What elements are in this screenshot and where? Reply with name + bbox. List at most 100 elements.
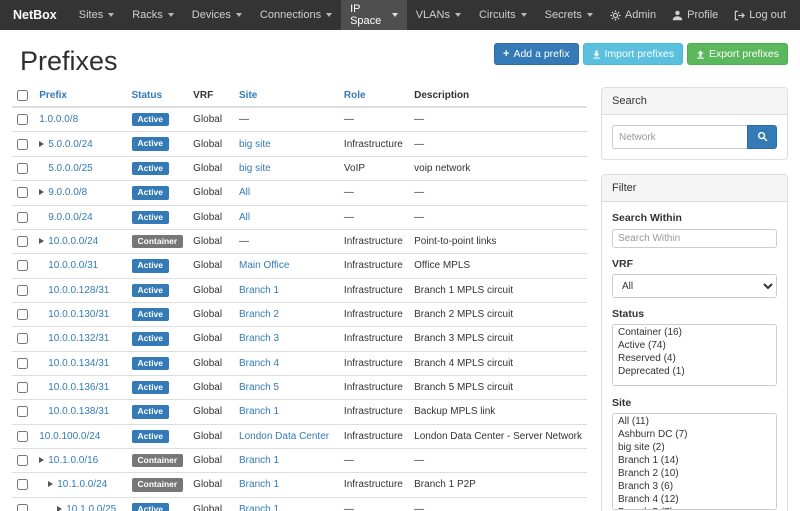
site-link[interactable]: Branch 1: [239, 406, 279, 417]
admin-link[interactable]: Admin: [602, 0, 664, 30]
site-link[interactable]: Branch 1: [239, 455, 279, 466]
filter-option[interactable]: Active (74): [614, 339, 775, 352]
add-prefix-button[interactable]: + Add a prefix: [494, 43, 578, 65]
vrf-cell: Global: [188, 351, 234, 375]
row-checkbox[interactable]: [17, 236, 28, 247]
row-checkbox[interactable]: [17, 114, 28, 125]
row-checkbox[interactable]: [17, 358, 28, 369]
site-link[interactable]: Branch 1: [239, 285, 279, 296]
chevron-down-icon: [521, 13, 527, 17]
role-cell: —: [339, 497, 409, 511]
table-row: 10.0.0.130/31ActiveGlobalBranch 2Infrast…: [12, 302, 587, 326]
filter-select-vrf[interactable]: All: [612, 274, 777, 298]
nav-item-racks[interactable]: Racks: [123, 0, 183, 30]
row-checkbox[interactable]: [17, 187, 28, 198]
prefix-link[interactable]: 10.1.0.0/24: [57, 479, 107, 490]
prefix-link[interactable]: 10.0.0.0/31: [48, 260, 98, 271]
role-cell: —: [339, 181, 409, 205]
row-checkbox[interactable]: [17, 504, 28, 511]
site-link[interactable]: Branch 1: [239, 479, 279, 490]
row-checkbox-cell: [12, 156, 34, 180]
nav-item-devices[interactable]: Devices: [183, 0, 251, 30]
logout-link[interactable]: Log out: [726, 0, 794, 30]
search-input[interactable]: [612, 125, 747, 149]
row-checkbox[interactable]: [17, 309, 28, 320]
site-link[interactable]: London Data Center: [239, 431, 329, 442]
site-link[interactable]: Branch 2: [239, 309, 279, 320]
prefix-link[interactable]: 5.0.0.0/25: [48, 163, 92, 174]
column-header-site[interactable]: Site: [234, 85, 339, 107]
status-cell: Active: [127, 181, 189, 205]
site-link[interactable]: Branch 3: [239, 333, 279, 344]
filter-option[interactable]: Container (16): [614, 326, 775, 339]
filter-label-status: Status: [612, 308, 777, 320]
row-checkbox[interactable]: [17, 479, 28, 490]
app-brand[interactable]: NetBox: [0, 0, 70, 30]
search-button[interactable]: [747, 125, 777, 149]
prefix-link[interactable]: 10.1.0.0/25: [66, 504, 116, 511]
export-prefixes-button[interactable]: Export prefixes: [687, 43, 788, 65]
filter-option[interactable]: Branch 5 (7): [614, 506, 775, 510]
site-link[interactable]: Branch 4: [239, 358, 279, 369]
prefix-link[interactable]: 5.0.0.0/24: [48, 139, 92, 150]
filter-option[interactable]: Branch 2 (10): [614, 467, 775, 480]
prefix-link[interactable]: 10.0.100.0/24: [39, 431, 100, 442]
status-badge: Active: [132, 186, 170, 199]
column-header-prefix[interactable]: Prefix: [34, 85, 126, 107]
status-badge: Active: [132, 357, 170, 370]
row-checkbox[interactable]: [17, 285, 28, 296]
prefix-link[interactable]: 10.0.0.0/24: [48, 236, 98, 247]
nav-item-connections[interactable]: Connections: [251, 0, 341, 30]
row-checkbox[interactable]: [17, 212, 28, 223]
nav-item-secrets[interactable]: Secrets: [536, 0, 602, 30]
site-link[interactable]: All: [239, 187, 250, 198]
column-header-role[interactable]: Role: [339, 85, 409, 107]
site-link[interactable]: Branch 1: [239, 504, 279, 511]
filter-multiselect-site[interactable]: All (11)Ashburn DC (7)big site (2)Branch…: [612, 413, 777, 510]
prefix-link[interactable]: 10.0.0.130/31: [48, 309, 109, 320]
filter-option[interactable]: Ashburn DC (7): [614, 428, 775, 441]
site-link[interactable]: big site: [239, 163, 271, 174]
column-header-status[interactable]: Status: [127, 85, 189, 107]
filter-input-search-within[interactable]: [612, 229, 777, 248]
prefix-link[interactable]: 10.0.0.128/31: [48, 285, 109, 296]
prefix-indent: 9.0.0.0/24: [39, 212, 92, 223]
profile-link[interactable]: Profile: [664, 0, 726, 30]
filter-option[interactable]: big site (2): [614, 441, 775, 454]
site-link[interactable]: big site: [239, 139, 271, 150]
site-link[interactable]: All: [239, 212, 250, 223]
row-checkbox[interactable]: [17, 431, 28, 442]
prefix-link[interactable]: 9.0.0.0/24: [48, 212, 92, 223]
row-checkbox[interactable]: [17, 163, 28, 174]
prefix-link[interactable]: 10.0.0.134/31: [48, 358, 109, 369]
nav-item-ip-space[interactable]: IP Space: [341, 0, 407, 30]
filter-option[interactable]: Branch 1 (14): [614, 454, 775, 467]
prefix-link[interactable]: 10.0.0.136/31: [48, 382, 109, 393]
filter-option[interactable]: All (11): [614, 415, 775, 428]
import-prefixes-button[interactable]: Import prefixes: [583, 43, 683, 65]
top-navbar: NetBox SitesRacksDevicesConnectionsIP Sp…: [0, 0, 800, 30]
row-checkbox[interactable]: [17, 455, 28, 466]
nav-item-circuits[interactable]: Circuits: [470, 0, 536, 30]
row-checkbox[interactable]: [17, 382, 28, 393]
prefix-link[interactable]: 9.0.0.0/8: [48, 187, 87, 198]
prefix-link[interactable]: 10.0.0.138/31: [48, 406, 109, 417]
site-link[interactable]: Branch 5: [239, 382, 279, 393]
prefix-link[interactable]: 10.1.0.0/16: [48, 455, 98, 466]
nav-item-vlans[interactable]: VLANs: [407, 0, 470, 30]
prefix-link[interactable]: 1.0.0.0/8: [39, 114, 78, 125]
row-checkbox[interactable]: [17, 406, 28, 417]
filter-option[interactable]: Deprecated (1): [614, 365, 775, 378]
nav-item-sites[interactable]: Sites: [70, 0, 123, 30]
filter-multiselect-status[interactable]: Container (16)Active (74)Reserved (4)Dep…: [612, 324, 777, 386]
select-all-checkbox[interactable]: [17, 90, 28, 101]
filter-option[interactable]: Branch 4 (12): [614, 493, 775, 506]
row-checkbox[interactable]: [17, 260, 28, 271]
status-badge: Active: [132, 332, 170, 345]
site-link[interactable]: Main Office: [239, 260, 289, 271]
filter-option[interactable]: Reserved (4): [614, 352, 775, 365]
filter-option[interactable]: Branch 3 (6): [614, 480, 775, 493]
row-checkbox[interactable]: [17, 139, 28, 150]
row-checkbox[interactable]: [17, 333, 28, 344]
prefix-link[interactable]: 10.0.0.132/31: [48, 333, 109, 344]
